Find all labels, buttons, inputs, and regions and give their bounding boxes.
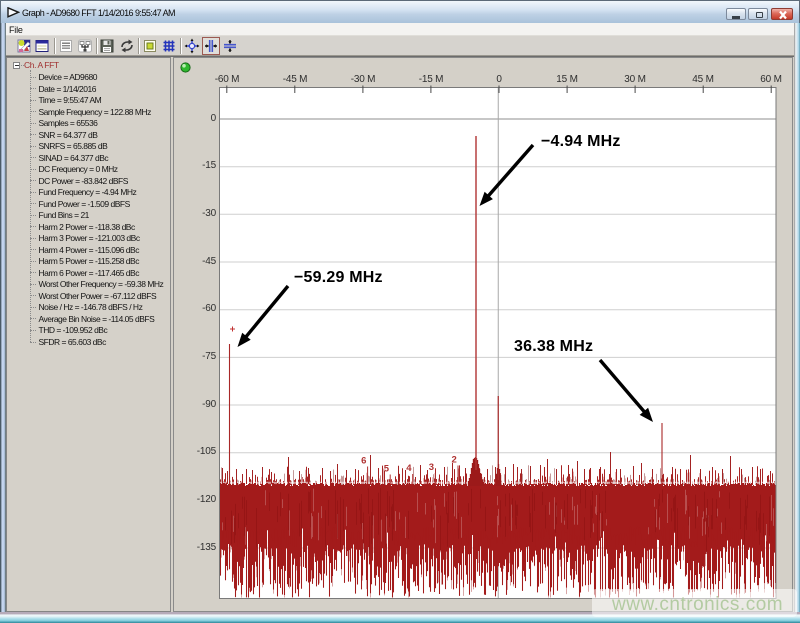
svg-text:2: 2 (452, 455, 457, 466)
svg-text:3: 3 (429, 462, 434, 473)
svg-text:4: 4 (406, 463, 412, 474)
svg-text:6: 6 (361, 456, 366, 467)
svg-text:5: 5 (384, 464, 390, 475)
